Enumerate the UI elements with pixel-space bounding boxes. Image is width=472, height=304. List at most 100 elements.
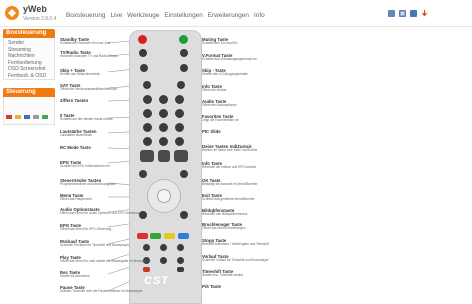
annotation-desc: Öffnet das Menü Einstellungen (202, 226, 246, 230)
annotation-info-2: Info Taste Wechselt die Infobar und EPG A… (202, 161, 256, 170)
annotation-ok: OK Taste Bestätigt die Auswahl im Menü/Be… (202, 178, 257, 187)
ok-button[interactable] (157, 189, 171, 203)
digit-5-button[interactable] (159, 109, 168, 118)
annotation-tv-radio: TV/Radio Taste Wechselt zwischen TV und R… (60, 50, 118, 59)
annotation-steuerreihe: Steuertreuhe Tasten Programmwechsel und M… (60, 178, 116, 187)
tv-radio-button[interactable] (139, 49, 147, 57)
annotation-desc: Öffnet das Menü für Audio Optionen und E… (60, 211, 140, 215)
menu-button[interactable] (139, 211, 147, 219)
digit-3-button[interactable] (175, 95, 184, 104)
annotation-play: Play Taste Öffnet das Menü für oder start… (60, 255, 151, 264)
timeshift-button[interactable] (177, 257, 184, 264)
annotation-desc: Schaltet den Receiver Ein bzw. Aus (60, 41, 111, 45)
annotation-desc: Schaltet die EPG Informationen ein (60, 164, 110, 168)
annotation-favorites: Favoriten Taste Zeigt die Favoritenliste … (202, 114, 239, 123)
record-button[interactable] (143, 267, 150, 272)
help-info-button[interactable] (180, 170, 188, 178)
annotation-title: PiS Taste (202, 284, 222, 289)
annotation-desc: Startet die Aufnahme (60, 274, 90, 278)
annotation-sat: SAT Taste Öffnet die Senderauswahllistenü… (60, 83, 117, 92)
annotation-menu: Menü Taste Öffnet das Hauptmenü (60, 193, 92, 202)
annotation-desc: Wählen im Menü eine Seite Vor/Zurück (202, 148, 258, 152)
annotation-rec: Rec Taste Startet die Aufnahme (60, 270, 90, 279)
annotation-desc: Aktiviert Timeshift oder die Pausenfunkt… (60, 289, 143, 293)
digit-2-button[interactable] (159, 95, 168, 104)
digit-0-button[interactable] (159, 137, 168, 146)
annotation-standby: Standby Taste Schaltet den Receiver Ein b… (60, 37, 110, 46)
annotation-desc: Öffnet die Infobar (202, 88, 227, 92)
green-button[interactable] (150, 233, 161, 239)
annotation-picture-mode: Bildqbfenstaste Wechselt den Bildquellenm… (202, 208, 247, 217)
stop-button[interactable] (160, 244, 167, 251)
annotation-desc: Startet bzw. Timeshift-Modus (202, 273, 243, 277)
skip-plus-button[interactable] (140, 64, 148, 72)
annotation-title: PIC Slide (202, 129, 221, 134)
annotation-epg: EPG Taste Schaltet die EPG Informationen … (60, 160, 110, 169)
digit-6-button[interactable] (175, 109, 184, 118)
annotation-stop: Stopp Taste Beendet Aufnahme / Wiedergabe… (202, 238, 269, 247)
skip-minus-button[interactable] (180, 64, 188, 72)
digit-1-button[interactable] (143, 95, 152, 104)
annotation-desc: Schaltet auf den letzten Kanal zurück (60, 117, 113, 121)
annotation-desc: Schneller Rücklauf für Timeshift und Mov… (60, 243, 130, 247)
exit-button[interactable] (180, 211, 188, 219)
favorites-button[interactable] (175, 137, 184, 146)
annotation-desc: Öffnet die Audiooptionen (202, 103, 237, 107)
red-button[interactable] (137, 233, 148, 239)
annotation-rewind: Rückauf Taste Schneller Rücklauf für Time… (60, 239, 129, 248)
annotation-title: Ziffern Tasten (60, 98, 89, 103)
annotation-desc: Bestätigt die Auswahl im Menü/Bereiter (202, 182, 258, 186)
standby-button[interactable] (138, 35, 147, 44)
sat-button[interactable] (143, 81, 151, 89)
page-down-button[interactable] (174, 150, 188, 162)
annotation-desc: Schneller Vorlauf für Timeshift und Movi… (202, 258, 269, 262)
annotation-desc: Wechselt die Infobar und EPG Ansicht (202, 165, 256, 169)
annotation-zero: 0 Taste Schaltet auf den letzten Kanal zu… (60, 113, 113, 122)
forward-button[interactable] (177, 244, 184, 251)
annotation-desc: Wechselt zwischen TV und Radio Modus (60, 54, 118, 58)
annotation-skip-plus: Skip + Taste Sendet den Bildschirminhalt (60, 68, 100, 77)
annotation-forward: Vorlauf Taste Schneller Vorlauf für Times… (202, 254, 269, 263)
annotation-desc: Öffnet das Menü für EPG-Sicherung (60, 227, 112, 231)
vformat-button[interactable] (180, 49, 188, 57)
annotation-rc-mode: RC Mode Taste (60, 145, 91, 150)
annotation-page-keys: Deine Tasten Ind/Zurück Wählen im Menü ei… (202, 144, 257, 153)
digit-9-button[interactable] (175, 123, 184, 132)
annotation-desc: Programmwechsel und Menünavigation (60, 182, 116, 186)
annotation-pis: PiS Taste (202, 284, 221, 289)
annotation-muting: Muting Taste Schaltet den Ton Aus/Ein (202, 37, 237, 46)
annotation-timeshift: Timeshift Taste Startet bzw. Timeshift-Mo… (202, 269, 243, 278)
annotation-pic-slide: PIC Slide (202, 129, 221, 134)
annotation-desc: Beendet Aufnahme / Wiedergabe und Timesh… (202, 242, 269, 246)
annotation-desc: Öffnet das Hauptmenü (60, 197, 93, 201)
annotation-audio: Audio Taste Öffnet die Audiooptionen (202, 99, 237, 108)
remote-brand-logo: CST (144, 275, 169, 287)
mute-button[interactable] (179, 35, 188, 44)
page-up-button[interactable] (158, 150, 170, 162)
rc-mode-button[interactable] (140, 150, 154, 162)
info-button[interactable] (177, 81, 185, 89)
pip-button[interactable] (177, 267, 184, 272)
annotation-desc: Öffnet die Senderauswahllistenübersicht (60, 87, 117, 91)
volume-button[interactable] (143, 137, 152, 146)
blue-button[interactable] (178, 233, 189, 239)
pause-button[interactable] (160, 257, 167, 264)
annotation-vformat: V.Format Taste Schaltet das Videoausgangs… (202, 53, 257, 62)
annotation-info: Info Taste Öffnet die Infobar (202, 84, 227, 93)
annotation-title: RC Mode Taste (60, 145, 91, 150)
annotation-pause: Pause Taste Aktiviert Timeshift oder die … (60, 285, 143, 294)
annotation-desc: Sendet den 4:3 Ausgangsinhalte (202, 72, 248, 76)
digit-8-button[interactable] (159, 123, 168, 132)
digit-7-button[interactable] (143, 123, 152, 132)
annotation-skip-minus: Skip - Taste Sendet den 4:3 Ausgangsinhal… (202, 68, 248, 77)
annotation-settings: Bruchlenoger Taste Öffnet das Menü Einste… (202, 222, 246, 231)
annotation-desc: Zeigt die Favoritenliste an (202, 118, 239, 122)
digit-4-button[interactable] (143, 109, 152, 118)
epg-button[interactable] (139, 170, 147, 178)
annotation-exit: Exit Taste Schließt das geöffnete Menü/Be… (202, 193, 255, 202)
yellow-button[interactable] (164, 233, 175, 239)
annotation-volume: Lautstärke Tasten Lautstärke lauter/leise… (60, 129, 96, 138)
annotation-desc: Schaltet den Ton Aus/Ein (202, 41, 238, 45)
rewind-button[interactable] (143, 244, 150, 251)
annotation-desc: Wechselt den Bildquellenmodus (202, 212, 248, 216)
